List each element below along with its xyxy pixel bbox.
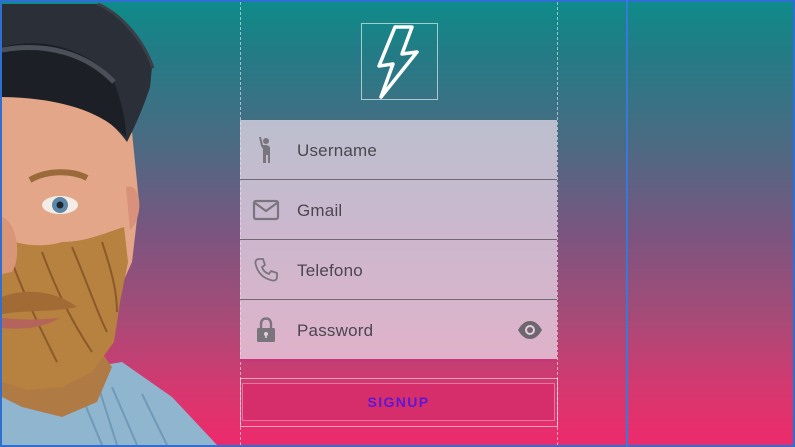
telefono-label: Telefono xyxy=(297,261,363,280)
mail-icon xyxy=(252,195,280,225)
logo xyxy=(361,23,438,100)
password-label: Password xyxy=(297,321,374,340)
layout-guide-line xyxy=(626,0,628,447)
username-label: Username xyxy=(297,141,378,160)
password-field[interactable]: Password xyxy=(240,300,557,360)
gmail-field[interactable]: Gmail xyxy=(240,180,557,240)
lock-icon xyxy=(252,315,280,345)
person-waving-icon xyxy=(252,135,280,165)
password-focus-underline xyxy=(240,359,557,362)
username-field[interactable]: Username xyxy=(240,120,557,180)
gmail-label: Gmail xyxy=(297,201,343,220)
portrait-image xyxy=(1,2,232,446)
frame-left-border xyxy=(0,0,2,447)
phone-icon xyxy=(252,255,280,285)
frame-top-border xyxy=(0,0,795,2)
lightning-bolt-icon xyxy=(377,25,419,99)
eye-icon[interactable] xyxy=(516,319,544,341)
telefono-field[interactable]: Telefono xyxy=(240,240,557,300)
signup-form: Username Gmail Telefono Password xyxy=(240,120,557,360)
signup-button[interactable]: SIGNUP xyxy=(242,383,555,421)
